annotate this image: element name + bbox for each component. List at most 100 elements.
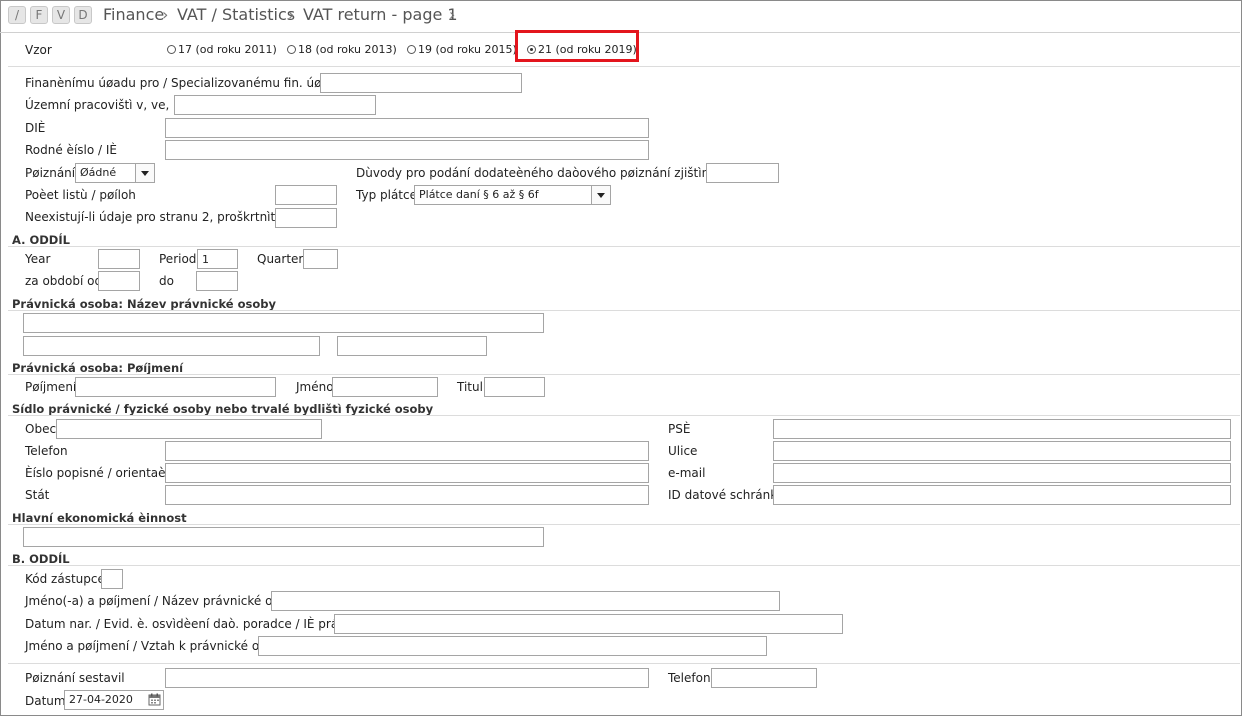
cislo-popisne-input[interactable]: [165, 463, 649, 483]
radio-icon: [167, 45, 176, 54]
nazev-input-3[interactable]: [337, 336, 487, 356]
rodne-cislo-label: Rodné èíslo / IÈ: [25, 143, 117, 157]
footer-telefon-label: Telefon: [668, 671, 711, 685]
chevron-right-icon: ›: [449, 5, 456, 24]
divider: [8, 374, 1240, 375]
calendar-icon[interactable]: [148, 693, 161, 706]
typ-platce-label: Typ plátce: [356, 188, 417, 202]
vzor-label: Vzor: [25, 43, 52, 57]
kod-zastupce-label: Kód zástupce: [25, 572, 105, 586]
divider: [8, 66, 1240, 67]
email-input[interactable]: [773, 463, 1231, 483]
dic-input[interactable]: [165, 118, 649, 138]
breadcrumb-vat-statistics[interactable]: VAT / Statistics: [177, 4, 295, 26]
jmeno-input[interactable]: [332, 377, 438, 397]
breadcrumb-vat-return[interactable]: VAT return - page 1: [303, 4, 458, 26]
divider: [8, 310, 1240, 311]
uzemni-input[interactable]: [174, 95, 376, 115]
prijmeni-input[interactable]: [75, 377, 276, 397]
ulice-input[interactable]: [773, 441, 1231, 461]
obec-label: Obec: [25, 422, 57, 436]
kod-zastupce-input[interactable]: [101, 569, 123, 589]
ulice-label: Ulice: [668, 444, 698, 458]
sestavil-label: Pøiznání sestavil: [25, 671, 125, 685]
stat-label: Stát: [25, 488, 50, 502]
rodne-cislo-input[interactable]: [165, 140, 649, 160]
nazev-input-1[interactable]: [23, 313, 544, 333]
za-obdobi-od-input[interactable]: [98, 271, 140, 291]
breadcrumb-finance[interactable]: Finance: [103, 4, 164, 26]
year-label: Year: [25, 252, 51, 266]
chevron-right-icon: ›: [162, 5, 169, 24]
id-datove-schranky-input[interactable]: [773, 485, 1231, 505]
neexistuji-input[interactable]: [275, 208, 337, 228]
divider: [8, 415, 1240, 416]
radio-icon: [287, 45, 296, 54]
footer-telefon-input[interactable]: [711, 668, 817, 688]
highlight-box: [515, 30, 639, 62]
quarter-label: Quarter: [257, 252, 304, 266]
divider: [8, 663, 1240, 664]
chevron-down-icon[interactable]: [135, 164, 154, 182]
typ-platce-select[interactable]: Plátce daní § 6 až § 6f: [414, 185, 611, 205]
divider: [8, 565, 1240, 566]
datum-nar-input[interactable]: [334, 614, 843, 634]
duvody-label: Dùvody pro podání dodateèného daòového p…: [356, 166, 743, 180]
radio-icon: [407, 45, 416, 54]
id-datove-schranky-label: ID datové schránky: [668, 488, 784, 502]
sestavil-input[interactable]: [165, 668, 649, 688]
datum-picker[interactable]: 27-04-2020: [64, 690, 164, 710]
financni-urad-input[interactable]: [320, 73, 522, 93]
financni-urad-label: Finanènímu úøadu pro / Specializovanému …: [25, 76, 345, 90]
obec-input[interactable]: [56, 419, 322, 439]
hlavni-title: Hlavní ekonomická èinnost: [12, 511, 187, 525]
hlavni-cinnost-input[interactable]: [23, 527, 544, 547]
jmeno-nazev-label: Jméno(-a) a pøíjmení / Název právnické o…: [25, 594, 301, 608]
nazev-input-2[interactable]: [23, 336, 320, 356]
do-label: do: [159, 274, 174, 288]
stat-input[interactable]: [165, 485, 649, 505]
dic-label: DIÈ: [25, 121, 46, 135]
jmeno-vztah-input[interactable]: [258, 636, 767, 656]
telefon-label: Telefon: [25, 444, 68, 458]
pocet-listu-input[interactable]: [275, 185, 337, 205]
header-button-f[interactable]: F: [30, 6, 48, 24]
pravnicka-nazev-title: Právnická osoba: Název právnické osoby: [12, 297, 276, 311]
header-button-slash[interactable]: /: [8, 6, 26, 24]
telefon-input[interactable]: [165, 441, 649, 461]
priznani-label: Pøiznání: [25, 166, 76, 180]
priznani-select[interactable]: Øádné: [75, 163, 155, 183]
jmeno-nazev-input[interactable]: [271, 591, 780, 611]
duvody-date-input[interactable]: [706, 163, 779, 183]
quarter-input[interactable]: [303, 249, 338, 269]
period-input[interactable]: [197, 249, 238, 269]
datum-nar-label: Datum nar. / Evid. è. osvìdèení daò. por…: [25, 617, 370, 631]
divider: [8, 246, 1240, 247]
divider: [8, 524, 1240, 525]
pravnicka-prijmeni-title: Právnická osoba: Pøíjmení: [12, 361, 184, 375]
psc-label: PSÈ: [668, 422, 691, 436]
prijmeni-label: Pøíjmení: [25, 380, 77, 394]
period-label: Period: [159, 252, 197, 266]
pocet-listu-label: Poèet listù / pøíloh: [25, 188, 136, 202]
za-obdobi-label: za období od: [25, 274, 103, 288]
za-obdobi-do-input[interactable]: [196, 271, 238, 291]
sidlo-title: Sídlo právnické / fyzické osoby nebo trv…: [12, 402, 434, 416]
jmeno-label: Jméno: [296, 380, 334, 394]
header-button-v[interactable]: V: [52, 6, 70, 24]
chevron-right-icon: ›: [288, 5, 295, 24]
email-label: e-mail: [668, 466, 706, 480]
jmeno-vztah-label: Jméno a pøíjmení / Vztah k právnické oso…: [25, 639, 284, 653]
header-button-d[interactable]: D: [74, 6, 92, 24]
cislo-popisne-label: Èíslo popisné / orientaèní: [25, 466, 177, 480]
neexistuji-label: Neexistují-li údaje pro stranu 2, proškr…: [25, 210, 304, 224]
year-input[interactable]: [98, 249, 140, 269]
uzemni-label: Územní pracovištì v, ve, pro: [25, 98, 193, 112]
datum-label: Datum: [25, 694, 66, 708]
psc-input[interactable]: [773, 419, 1231, 439]
section-a-title: A. ODDÍL: [12, 233, 70, 247]
chevron-down-icon[interactable]: [591, 186, 610, 204]
titul-input[interactable]: [484, 377, 545, 397]
titul-label: Titul: [457, 380, 483, 394]
section-b-title: B. ODDÍL: [12, 552, 70, 566]
